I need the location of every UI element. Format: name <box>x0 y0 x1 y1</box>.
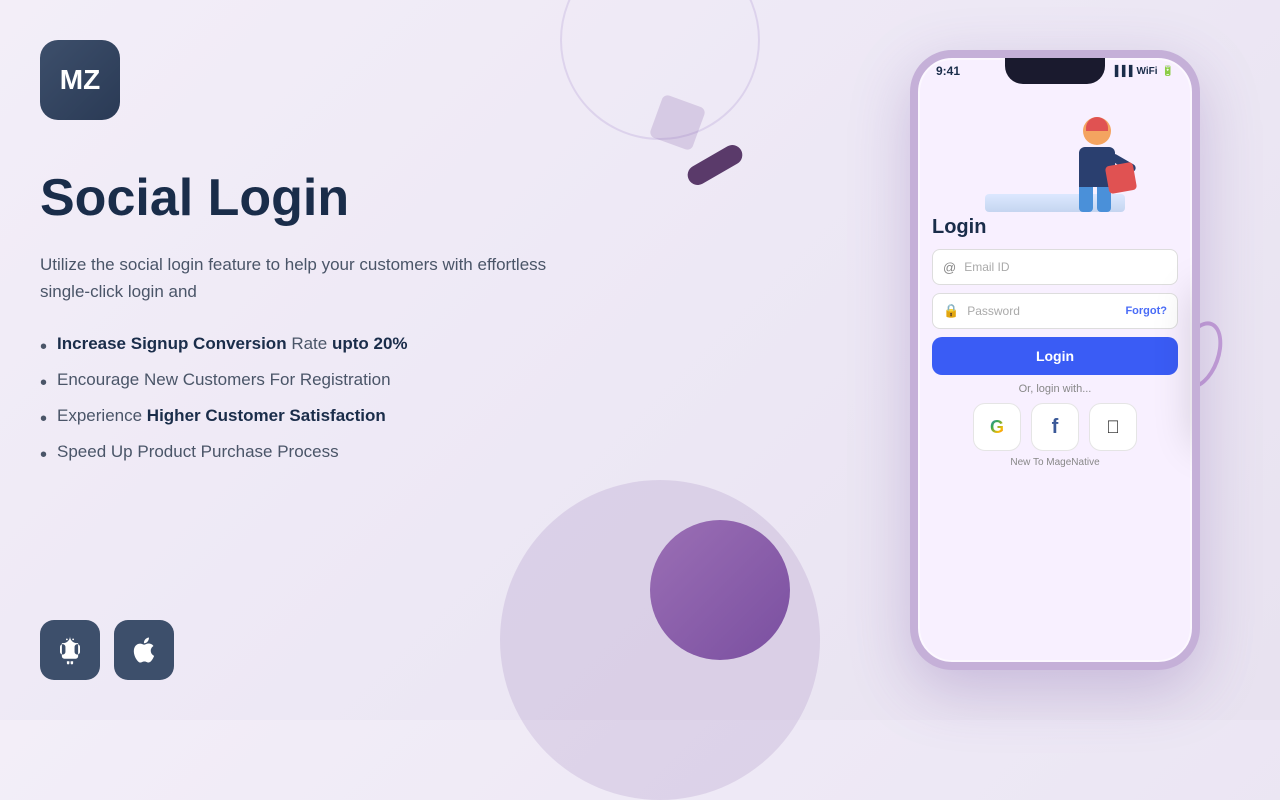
social-login-popup: f Login with Facebook G Login with Googl… <box>1192 278 1200 438</box>
status-icons: ▐▐▐ WiFi 🔋 <box>1111 66 1174 77</box>
login-button[interactable]: Login <box>932 337 1178 375</box>
feature-1-bold: Increase Signup Conversion <box>57 334 287 353</box>
password-placeholder: Password <box>967 304 1117 318</box>
app-logo: MZ <box>40 40 120 120</box>
feature-3-highlight: Higher Customer Satisfaction <box>147 406 386 425</box>
or-divider: Or, login with... <box>1019 383 1092 395</box>
apple-platform-btn[interactable] <box>114 620 174 680</box>
phone-content: Login @ Email ID 🔒 Password Forgot? Logi… <box>918 78 1192 478</box>
apple-social-icon:  <box>1106 417 1120 438</box>
facebook-social-icon: f <box>1052 416 1059 439</box>
lock-icon: 🔒 <box>943 303 959 319</box>
bg-pill <box>684 141 746 188</box>
android-platform-btn[interactable] <box>40 620 100 680</box>
left-panel: Social Login Utilize the social login fe… <box>40 170 680 478</box>
platform-icons <box>40 620 174 680</box>
wifi-icon: WiFi <box>1137 66 1158 77</box>
person-leg-left <box>1079 187 1093 212</box>
feature-list: Increase Signup Conversion Rate upto 20%… <box>40 334 680 468</box>
feature-item-3: Experience Higher Customer Satisfaction <box>40 406 680 432</box>
battery-icon: 🔋 <box>1162 66 1174 77</box>
facebook-social-btn[interactable]: f <box>1031 403 1079 451</box>
feature-3-normal: Experience <box>57 406 147 425</box>
google-social-btn[interactable]: G <box>973 403 1021 451</box>
email-input[interactable]: @ Email ID <box>932 249 1178 285</box>
logo-letters: MZ <box>60 66 100 94</box>
apple-icon <box>129 635 159 665</box>
feature-4-text: Speed Up Product Purchase Process <box>57 442 339 462</box>
box-prop <box>1105 162 1137 194</box>
phone-notch <box>1005 58 1105 84</box>
password-input[interactable]: 🔒 Password Forgot? <box>932 293 1178 329</box>
person-figure <box>1079 117 1115 212</box>
feature-item-1: Increase Signup Conversion Rate upto 20% <box>40 334 680 360</box>
signal-icon: ▐▐▐ <box>1111 66 1132 77</box>
feature-1-normal: Rate <box>291 334 332 353</box>
feature-3-text: Experience Higher Customer Satisfaction <box>57 406 386 426</box>
login-button-label: Login <box>1036 348 1074 364</box>
email-placeholder: Email ID <box>964 260 1167 274</box>
person-hair <box>1086 117 1108 131</box>
google-social-icon: G <box>990 417 1004 438</box>
person-head <box>1083 117 1111 145</box>
forgot-link[interactable]: Forgot? <box>1125 305 1167 317</box>
social-buttons-row: G f  <box>932 403 1178 451</box>
feature-item-4: Speed Up Product Purchase Process <box>40 442 680 468</box>
feature-item-2: Encourage New Customers For Registration <box>40 370 680 396</box>
phone-frame: 9:41 ▐▐▐ WiFi 🔋 <box>910 50 1200 670</box>
email-icon: @ <box>943 260 956 275</box>
page-title: Social Login <box>40 170 680 227</box>
apple-social-btn[interactable]:  <box>1089 403 1137 451</box>
feature-1-text: Increase Signup Conversion Rate upto 20% <box>57 334 408 354</box>
feature-1-highlight: upto 20% <box>332 334 408 353</box>
feature-2-text: Encourage New Customers For Registration <box>57 370 391 390</box>
status-time: 9:41 <box>936 64 960 78</box>
phone-wrapper: 9:41 ▐▐▐ WiFi 🔋 <box>910 20 1200 700</box>
bg-purple-blob <box>650 520 790 660</box>
android-icon <box>55 635 85 665</box>
page-description: Utilize the social login feature to help… <box>40 251 560 305</box>
login-title: Login <box>932 216 1178 239</box>
bg-blob-1 <box>500 480 820 800</box>
illustration <box>985 92 1125 212</box>
new-to-text: New To MageNative <box>1010 457 1099 468</box>
